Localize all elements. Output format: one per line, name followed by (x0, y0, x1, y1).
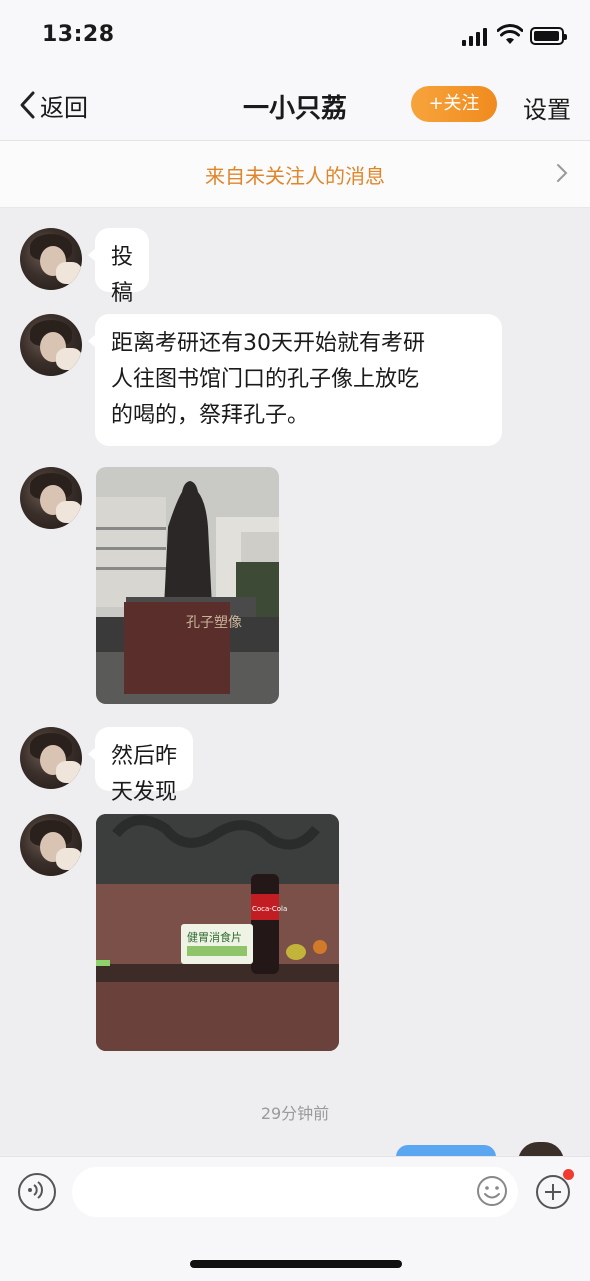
message-text-line: 人往图书馆门口的孔子像上放吃 (111, 367, 420, 392)
cellular-signal-icon (462, 28, 490, 46)
avatar[interactable] (20, 467, 82, 529)
emoji-icon[interactable] (476, 1175, 508, 1207)
non-follower-messages-banner[interactable]: 来自未关注人的消息 (0, 141, 590, 208)
plaque-text: 孔子塑像 (186, 615, 242, 631)
message-bubble[interactable]: 投稿 (87, 228, 150, 306)
page-title: 一小只荔 (242, 94, 347, 124)
message-bubble[interactable]: 距离考研还有30天开始就有考研 人往图书馆门口的孔子像上放吃 的喝的，祭拜孔子。 (88, 314, 502, 446)
message-text-line: 距离考研还有30天开始就有考研 (111, 331, 425, 356)
avatar[interactable] (20, 228, 82, 290)
message-text: 投稿 (111, 245, 134, 306)
confucius-statue-photo[interactable]: 孔子塑像 (96, 467, 279, 704)
back-label: 返回 (40, 93, 88, 122)
status-time: 13:28 (42, 22, 115, 47)
home-indicator[interactable] (190, 1260, 402, 1268)
avatar[interactable] (20, 314, 82, 376)
wifi-icon (497, 24, 523, 44)
notification-badge (563, 1169, 574, 1180)
offerings-photo[interactable]: Coca-Cola 健胃消食片 (96, 814, 339, 1051)
avatar[interactable] (20, 814, 82, 876)
avatar[interactable] (20, 727, 82, 789)
voice-input-button[interactable] (18, 1173, 56, 1211)
settings-button[interactable]: 设置 (523, 90, 571, 125)
banner-text: 来自未关注人的消息 (205, 164, 385, 188)
bottle-label: Coca-Cola (252, 905, 287, 913)
status-bar: 13:28 (0, 0, 590, 70)
message-timestamp: 29分钟前 (260, 1104, 330, 1123)
nav-bar: 返回 一小只荔 +关注 设置 (0, 70, 590, 141)
more-actions-button[interactable] (536, 1175, 570, 1209)
voice-icon (28, 1181, 43, 1199)
message-text-line: 的喝的，祭拜孔子。 (111, 403, 310, 428)
chevron-right-icon (557, 164, 568, 182)
product-label: 健胃消食片 (187, 930, 242, 944)
message-bubble[interactable]: 然后昨天发现有人放了…… (88, 727, 193, 877)
follow-button[interactable]: +关注 (411, 86, 497, 122)
chevron-left-icon (20, 91, 35, 119)
message-input[interactable] (72, 1167, 518, 1217)
battery-icon (530, 27, 567, 45)
back-button[interactable]: 返回 (18, 88, 88, 122)
